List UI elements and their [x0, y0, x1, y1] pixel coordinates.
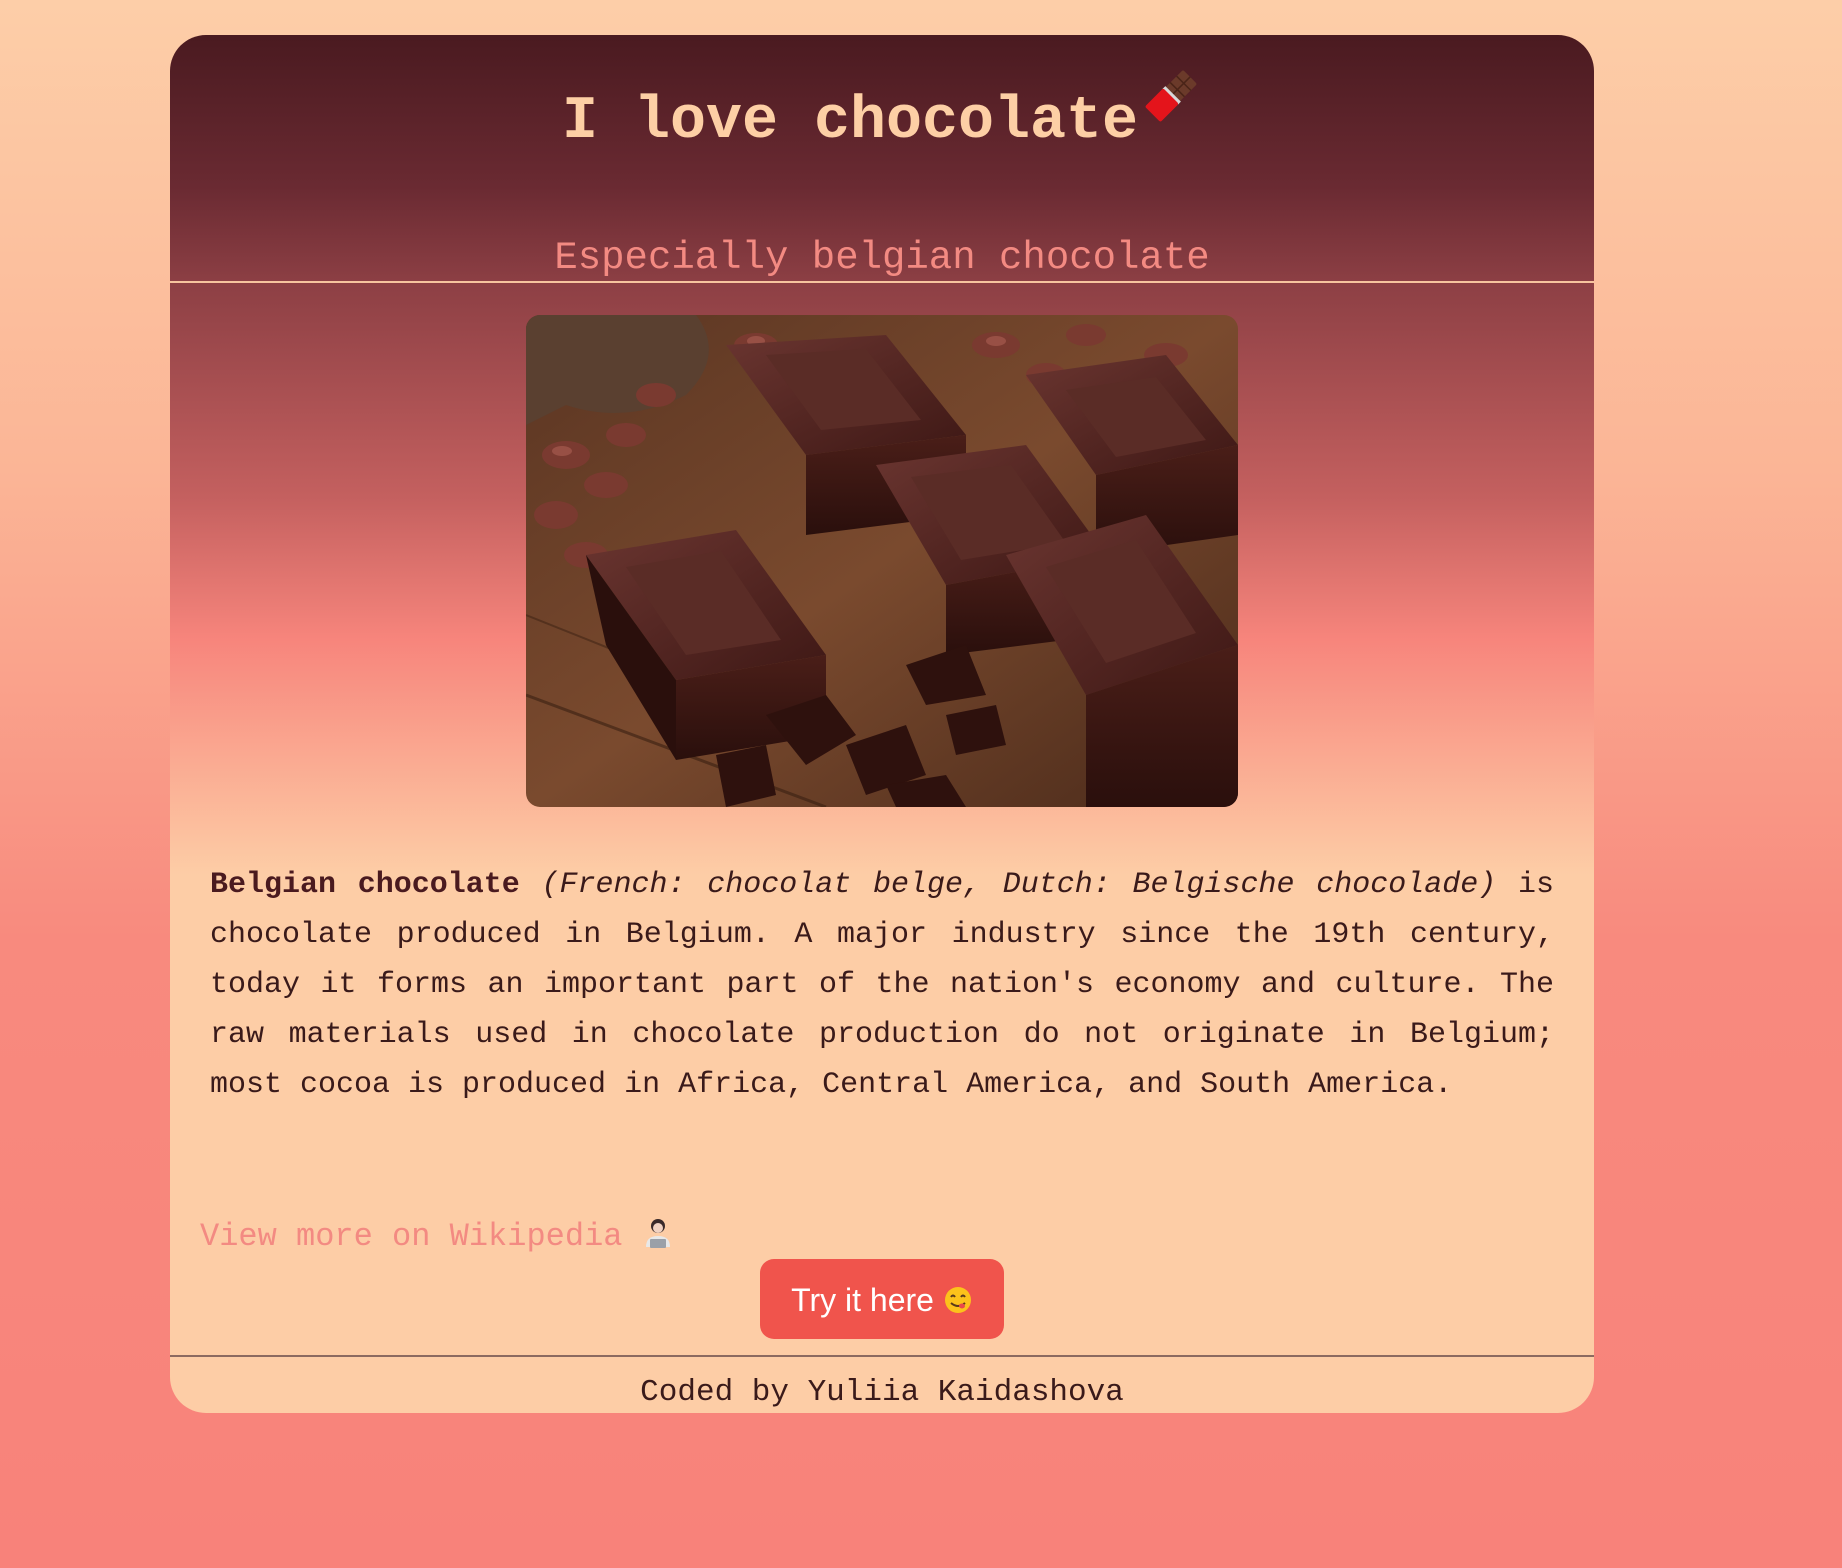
description-body: is chocolate produced in Belgium. A majo…	[210, 868, 1554, 1102]
description-translations: (French: chocolat belge, Dutch: Belgisch…	[541, 868, 1497, 902]
try-it-here-button[interactable]: Try it here	[760, 1259, 1004, 1339]
footer-divider	[170, 1355, 1594, 1357]
technologist-icon	[642, 1218, 674, 1255]
page-title: I love chocolate	[170, 65, 1594, 162]
yum-face-icon	[943, 1282, 973, 1318]
chocolate-bar-icon	[1140, 65, 1202, 127]
wikipedia-link[interactable]: View more on Wikipedia	[200, 1215, 674, 1259]
description-paragraph: Belgian chocolate (French: chocolat belg…	[210, 860, 1554, 1110]
header-divider	[170, 281, 1594, 283]
description-term: Belgian chocolate	[210, 868, 520, 902]
page-title-text: I love chocolate	[561, 88, 1139, 156]
footer-credit: Coded by Yuliia Kaidashova	[640, 1375, 1124, 1410]
cta-label: Try it here	[791, 1282, 934, 1318]
page-subtitle: Especially belgian chocolate	[554, 236, 1210, 280]
chocolate-photo	[526, 315, 1238, 807]
wikipedia-link-label: View more on Wikipedia	[200, 1218, 623, 1255]
main-card: I love chocolate Especially belgian choc…	[170, 35, 1594, 1413]
